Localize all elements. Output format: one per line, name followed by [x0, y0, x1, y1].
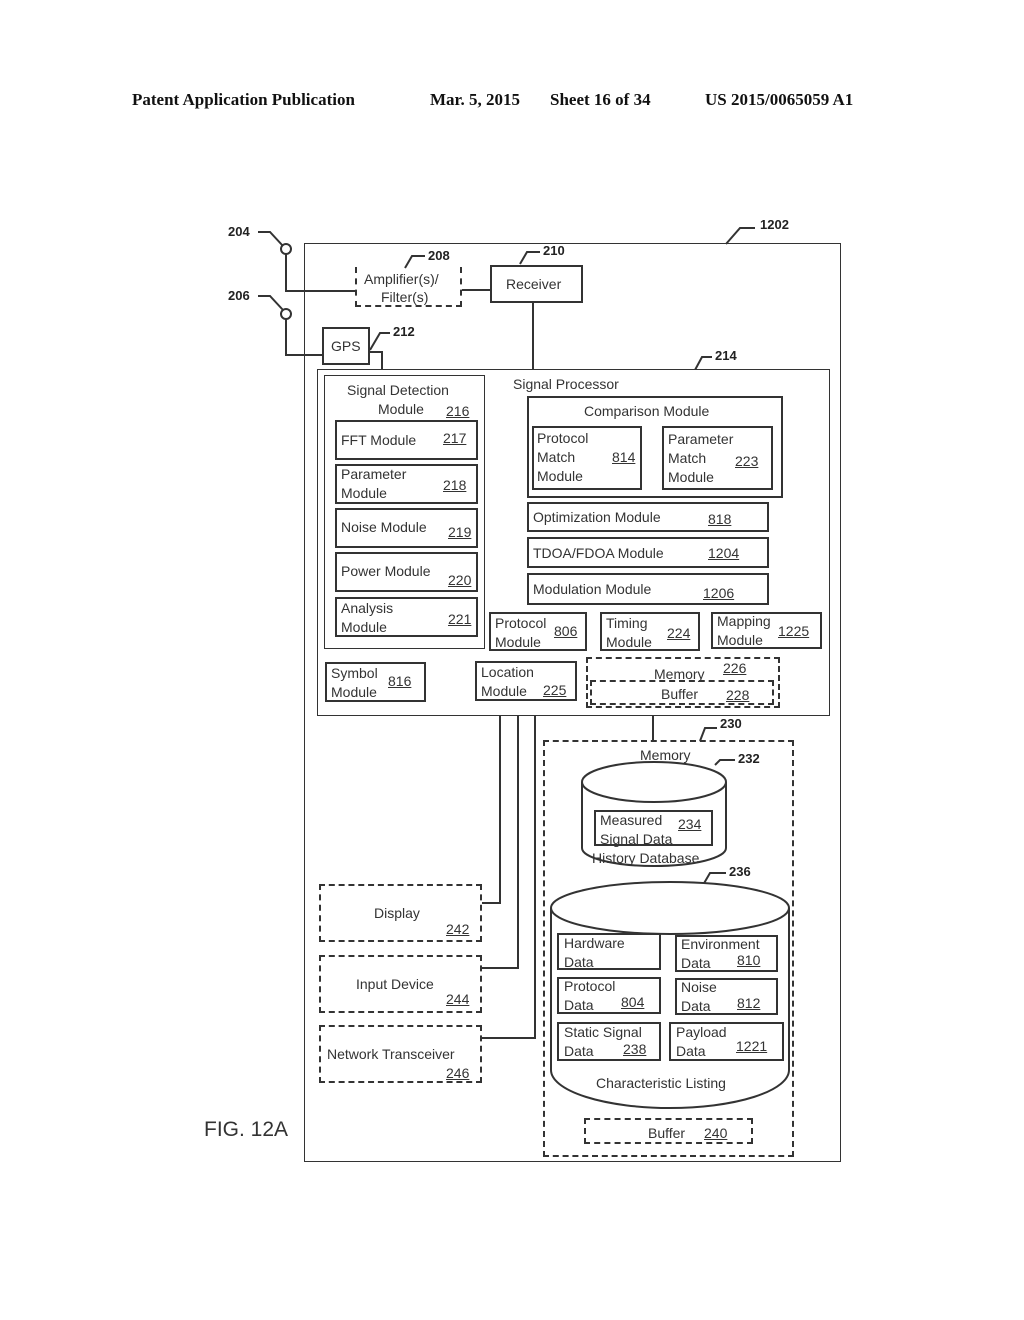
- symbol-module-label-2: Module: [331, 684, 377, 700]
- signal-detection-title: Signal Detection: [347, 382, 449, 398]
- display-num: 242: [446, 921, 470, 937]
- ref-204: 204: [228, 224, 250, 239]
- noise-data-label-2: Data: [681, 998, 711, 1014]
- power-module-num: 220: [448, 572, 472, 588]
- analysis-module-num: 221: [448, 611, 472, 627]
- parameter-module-num: 218: [443, 477, 467, 493]
- parameter-match-label: Parameter: [668, 431, 734, 447]
- signal-detection-title-2: Module: [378, 401, 424, 417]
- fft-module-num: 217: [443, 430, 467, 446]
- optimization-module-num: 818: [708, 511, 732, 527]
- static-signal-data-label-2: Data: [564, 1043, 594, 1059]
- mapping-module-num: 1225: [778, 623, 810, 639]
- timing-module-num: 224: [667, 625, 691, 641]
- tdoa-module-label: TDOA/FDOA Module: [533, 545, 664, 561]
- buffer-228-label: Buffer: [661, 686, 699, 702]
- input-device-num: 244: [446, 991, 470, 1007]
- ref-206: 206: [228, 288, 250, 303]
- timing-module-label: Timing: [606, 615, 648, 631]
- noise-data-label: Noise: [681, 979, 717, 995]
- static-signal-data-label: Static Signal: [564, 1024, 642, 1040]
- fft-module-label: FFT Module: [341, 432, 417, 448]
- parameter-module-label-2: Module: [341, 485, 387, 501]
- protocol-module-label-2: Module: [495, 634, 541, 650]
- mapping-module-label: Mapping: [717, 613, 771, 629]
- protocol-data-num: 804: [621, 994, 645, 1010]
- hardware-data-label: Hardware: [564, 935, 625, 951]
- protocol-match-label-2: Match: [537, 449, 576, 465]
- parameter-match-label-3: Module: [668, 469, 714, 485]
- static-signal-data-num: 238: [623, 1041, 647, 1057]
- gps-label: GPS: [331, 338, 361, 354]
- parameter-match-label-2: Match: [668, 450, 707, 466]
- location-module-label: Location: [481, 664, 534, 680]
- protocol-match-label: Protocol: [537, 430, 589, 446]
- noise-module-num: 219: [448, 524, 472, 540]
- measured-signal-label-2: Signal Data: [600, 831, 673, 847]
- buffer-228-num: 228: [726, 687, 750, 703]
- figure-label: FIG. 12A: [204, 1118, 289, 1141]
- payload-data-label: Payload: [676, 1024, 727, 1040]
- measured-signal-label: Measured: [600, 812, 663, 828]
- display-label: Display: [374, 905, 420, 921]
- comparison-module-title: Comparison Module: [584, 403, 710, 419]
- buffer-240-label: Buffer: [648, 1125, 686, 1141]
- measured-signal-num: 234: [678, 816, 702, 832]
- modulation-module-num: 1206: [703, 585, 735, 601]
- payload-data-num: 1221: [736, 1038, 768, 1054]
- network-transceiver-num: 246: [446, 1065, 470, 1081]
- filter-label: Filter(s): [381, 289, 429, 305]
- memory-226-num: 226: [723, 660, 747, 676]
- timing-module-label-2: Module: [606, 634, 652, 650]
- parameter-match-num: 223: [735, 453, 759, 469]
- analysis-module-label-2: Module: [341, 619, 387, 635]
- environment-data-num: 810: [737, 952, 761, 968]
- optimization-module-label: Optimization Module: [533, 509, 661, 525]
- ref-1202: 1202: [760, 217, 789, 232]
- receiver-label: Receiver: [506, 276, 562, 292]
- hardware-data-label-2: Data: [564, 954, 594, 970]
- environment-data-label-2: Data: [681, 955, 711, 971]
- buffer-240-num: 240: [704, 1125, 728, 1141]
- noise-data-num: 812: [737, 995, 761, 1011]
- protocol-match-num: 814: [612, 449, 636, 465]
- protocol-module-num: 806: [554, 623, 578, 639]
- modulation-module-label: Modulation Module: [533, 581, 652, 597]
- protocol-data-label: Protocol: [564, 978, 616, 994]
- analysis-module-label: Analysis: [341, 600, 394, 616]
- network-transceiver-label: Network Transceiver: [327, 1046, 455, 1062]
- tdoa-module-num: 1204: [708, 545, 740, 561]
- protocol-data-label-2: Data: [564, 997, 594, 1013]
- parameter-module-label: Parameter: [341, 466, 407, 482]
- symbol-module-label: Symbol: [331, 665, 378, 681]
- location-module-label-2: Module: [481, 683, 527, 699]
- mapping-module-label-2: Module: [717, 632, 763, 648]
- signal-processor-title: Signal Processor: [513, 376, 619, 392]
- location-module-num: 225: [543, 682, 567, 698]
- payload-data-label-2: Data: [676, 1043, 706, 1059]
- signal-detection-num: 216: [446, 403, 470, 419]
- input-device-label: Input Device: [356, 976, 434, 992]
- noise-module-label: Noise Module: [341, 519, 427, 535]
- amplifier-label: Amplifier(s)/: [364, 271, 439, 287]
- characteristic-listing-caption: Characteristic Listing: [596, 1075, 726, 1091]
- protocol-module-label: Protocol: [495, 615, 547, 631]
- protocol-match-label-3: Module: [537, 468, 583, 484]
- symbol-module-num: 816: [388, 673, 412, 689]
- power-module-label: Power Module: [341, 563, 431, 579]
- history-database-caption: History Database: [592, 850, 700, 866]
